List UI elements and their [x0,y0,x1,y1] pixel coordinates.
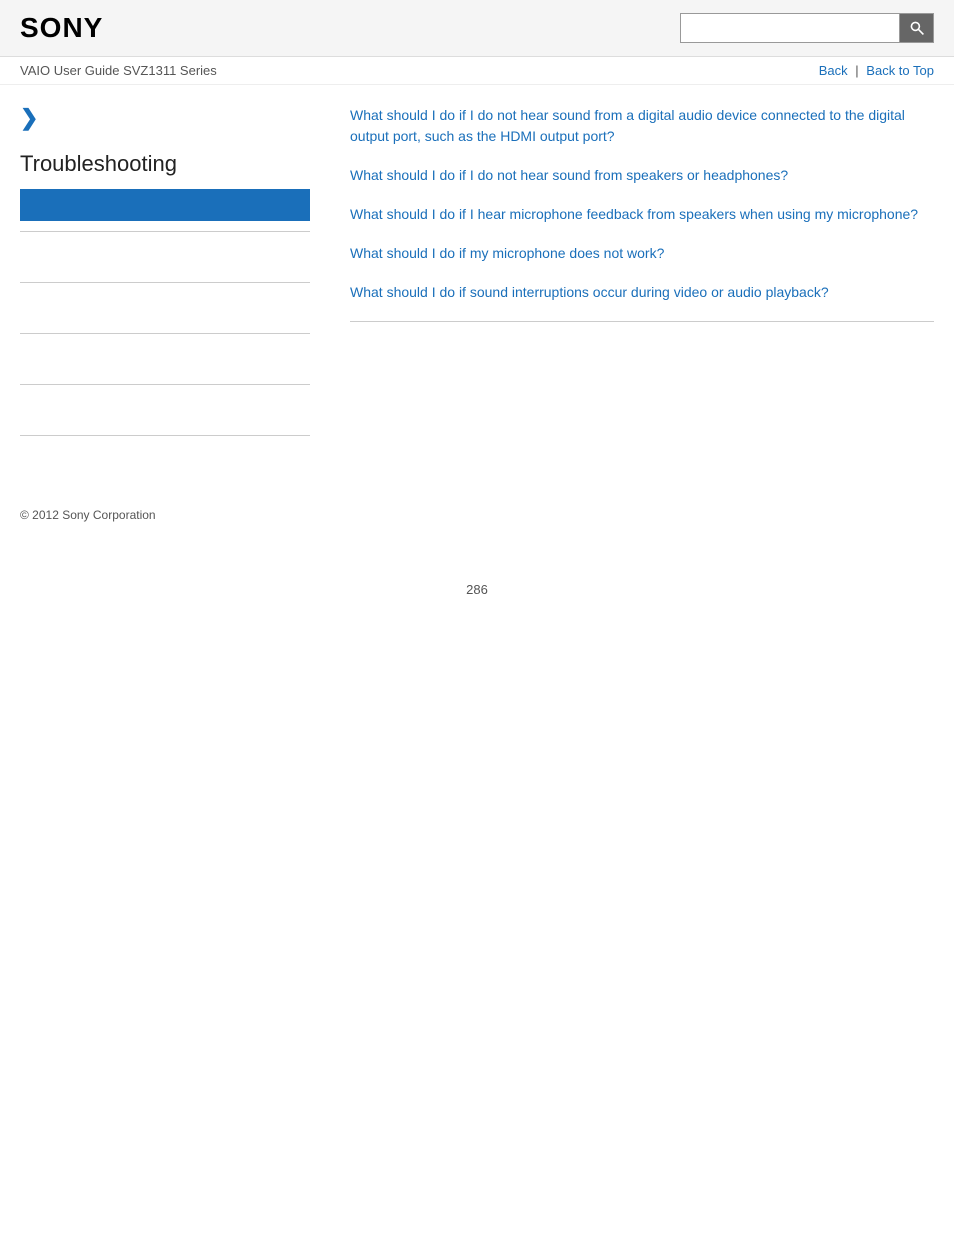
sidebar-blank-item-1 [20,242,310,272]
nav-links: Back | Back to Top [819,63,934,78]
right-content: What should I do if I do not hear sound … [330,105,934,446]
sidebar-active-item[interactable] [20,189,310,221]
sidebar: ❯ Troubleshooting [20,105,330,446]
search-area [680,13,934,43]
main-content: ❯ Troubleshooting What should I do if I … [0,85,954,486]
back-link[interactable]: Back [819,63,848,78]
content-link-0[interactable]: What should I do if I do not hear sound … [350,105,934,147]
content-link-3[interactable]: What should I do if my microphone does n… [350,243,934,264]
chevron-icon: ❯ [20,105,310,131]
guide-title: VAIO User Guide SVZ1311 Series [20,63,217,78]
back-to-top-label: Back to Top [866,63,934,78]
sidebar-divider-4 [20,384,310,385]
content-link-4[interactable]: What should I do if sound interruptions … [350,282,934,303]
content-link-2[interactable]: What should I do if I hear microphone fe… [350,204,934,225]
sidebar-divider-2 [20,282,310,283]
back-to-top-link[interactable]: Back to Top [866,63,934,78]
sidebar-divider-5 [20,435,310,436]
sidebar-blank-item-3 [20,344,310,374]
search-icon [909,20,925,36]
nav-bar: VAIO User Guide SVZ1311 Series Back | Ba… [0,57,954,85]
page-number: 286 [0,582,954,627]
search-button[interactable] [900,13,934,43]
sidebar-title: Troubleshooting [20,151,310,177]
copyright: © 2012 Sony Corporation [20,508,156,522]
sidebar-divider-3 [20,333,310,334]
sidebar-blank-item-2 [20,293,310,323]
content-link-1[interactable]: What should I do if I do not hear sound … [350,165,934,186]
page-header: SONY [0,0,954,57]
content-divider [350,321,934,322]
footer: © 2012 Sony Corporation [0,486,954,522]
nav-separator: | [855,63,862,78]
sidebar-divider-1 [20,231,310,232]
sidebar-blank-item-4 [20,395,310,425]
search-input[interactable] [680,13,900,43]
sony-logo: SONY [20,12,103,44]
